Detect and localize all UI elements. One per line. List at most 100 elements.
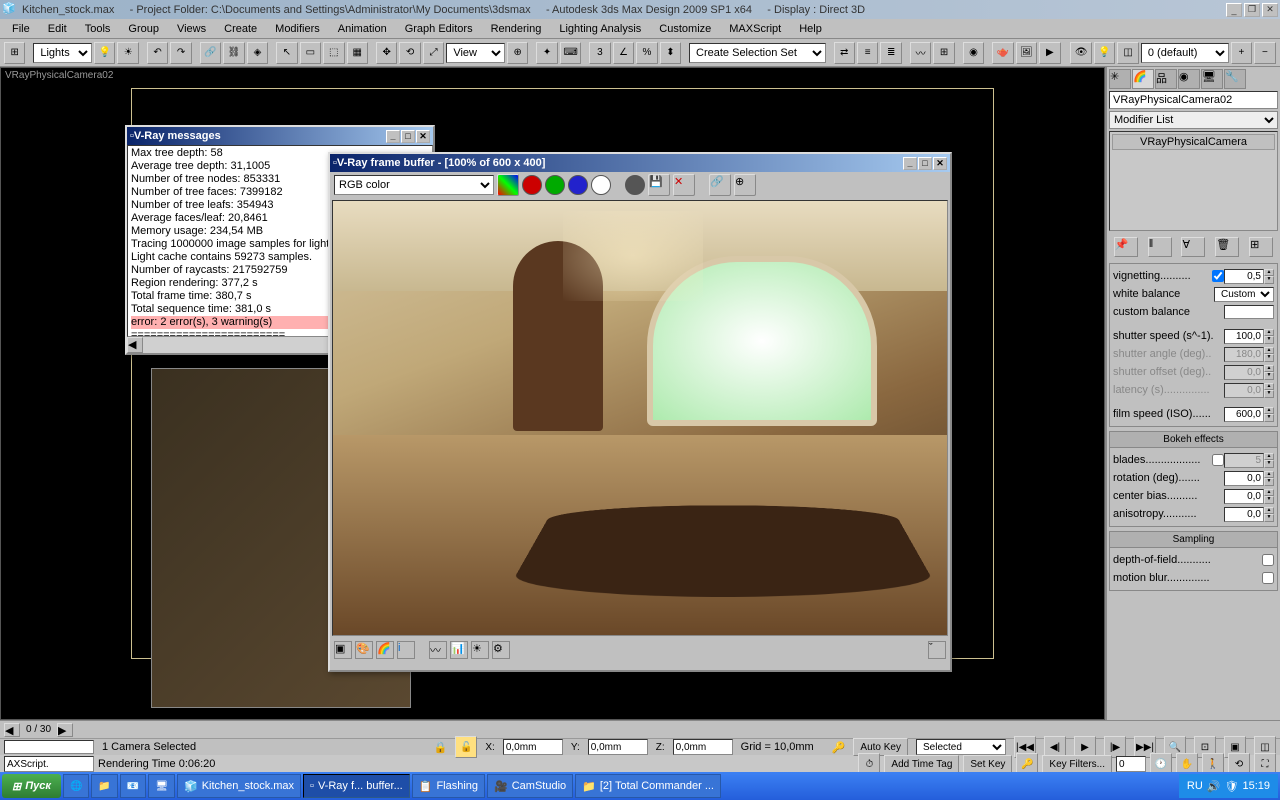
link-button[interactable]: 🔗 xyxy=(200,42,221,64)
msg-minimize-button[interactable]: _ xyxy=(386,130,400,143)
save-image-button[interactable]: 💾 xyxy=(648,174,670,196)
rgb-button[interactable] xyxy=(497,174,519,196)
vfb-minimize-button[interactable]: _ xyxy=(903,157,917,170)
layers-button[interactable]: ≣ xyxy=(880,42,901,64)
utilities-tab[interactable]: 🔧 xyxy=(1224,69,1246,89)
red-channel-button[interactable] xyxy=(522,175,542,195)
vfb-region-button[interactable]: ▣ xyxy=(334,641,352,659)
system-tray[interactable]: RU 🔊 🛡 15:19 xyxy=(1179,774,1278,798)
light-tool-1[interactable]: 💡 xyxy=(94,42,115,64)
quick-launch-4[interactable]: 🖥 xyxy=(148,774,175,798)
align-button[interactable]: ≡ xyxy=(857,42,878,64)
vfb-channel-select[interactable]: RGB color xyxy=(334,175,494,195)
shade-del-button[interactable]: − xyxy=(1254,42,1275,64)
center-bias-input[interactable] xyxy=(1224,489,1264,504)
mirror-button[interactable]: ⇄ xyxy=(834,42,855,64)
vfb-history-button[interactable]: 🎨 xyxy=(355,641,373,659)
shutter-speed-input[interactable] xyxy=(1224,329,1264,344)
key-filters-button[interactable]: Key Filters... xyxy=(1042,755,1112,773)
vfb-maximize-button[interactable]: □ xyxy=(918,157,932,170)
percent-snap-button[interactable]: % xyxy=(636,42,657,64)
msg-maximize-button[interactable]: □ xyxy=(401,130,415,143)
schematic-button[interactable]: ⊞ xyxy=(933,42,954,64)
menu-animation[interactable]: Animation xyxy=(330,21,395,37)
alpha-channel-button[interactable] xyxy=(591,175,611,195)
redo-button[interactable]: ↷ xyxy=(170,42,191,64)
vignetting-spinner[interactable]: ▲▼ xyxy=(1264,269,1274,284)
rotation-spinner[interactable]: ▲▼ xyxy=(1264,471,1274,486)
render-setup-button[interactable]: 🫖 xyxy=(992,42,1013,64)
clock[interactable]: 15:19 xyxy=(1242,780,1270,792)
msg-close-button[interactable]: ✕ xyxy=(416,130,430,143)
menu-create[interactable]: Create xyxy=(216,21,265,37)
select-button[interactable]: ↖ xyxy=(276,42,297,64)
quick-launch-1[interactable]: 🌐 xyxy=(63,774,89,798)
task-totalcmd[interactable]: 📁[2] Total Commander ... xyxy=(575,774,721,798)
keyboard-button[interactable]: ⌨ xyxy=(560,42,581,64)
green-channel-button[interactable] xyxy=(545,175,565,195)
light-tool-2[interactable]: ☀ xyxy=(117,42,138,64)
vfb-expand-button[interactable]: ˇ xyxy=(928,641,946,659)
track-mouse-button[interactable]: ⊕ xyxy=(734,174,756,196)
blades-check[interactable] xyxy=(1212,454,1224,466)
key-mode-select[interactable]: Selected xyxy=(916,739,1006,755)
selection-set-select[interactable]: Create Selection Set xyxy=(689,43,826,63)
select-name-button[interactable]: ▭ xyxy=(300,42,321,64)
select-region-button[interactable]: ⬚ xyxy=(323,42,344,64)
remove-mod-button[interactable]: 🗑 xyxy=(1215,237,1239,257)
dof-check[interactable] xyxy=(1262,554,1274,566)
motion-blur-check[interactable] xyxy=(1262,572,1274,584)
rotate-button[interactable]: ⟲ xyxy=(399,42,420,64)
ref-coord-select[interactable]: View xyxy=(446,43,505,63)
modifier-stack[interactable]: VRayPhysicalCamera xyxy=(1109,131,1278,231)
display-tab[interactable]: 🖥 xyxy=(1201,69,1223,89)
task-flashing[interactable]: 📋Flashing xyxy=(412,774,485,798)
lightbulb-icon[interactable]: 💡 xyxy=(1094,42,1115,64)
vfb-titlebar[interactable]: ▫ V-Ray frame buffer - [100% of 600 x 40… xyxy=(330,154,950,172)
set-key-button[interactable]: Set Key xyxy=(963,755,1012,773)
vignetting-check[interactable] xyxy=(1212,270,1224,282)
anisotropy-spinner[interactable]: ▲▼ xyxy=(1264,507,1274,522)
window-crossing-button[interactable]: ▦ xyxy=(347,42,368,64)
render-frame-button[interactable]: 🖼 xyxy=(1016,42,1037,64)
vfb-exposure-button[interactable]: ☀ xyxy=(471,641,489,659)
vfb-levels-button[interactable]: 📊 xyxy=(450,641,468,659)
lang-indicator[interactable]: RU xyxy=(1187,780,1203,792)
task-camstudio[interactable]: 🎥CamStudio xyxy=(487,774,573,798)
motion-tab[interactable]: ◉ xyxy=(1178,69,1200,89)
center-bias-spinner[interactable]: ▲▼ xyxy=(1264,489,1274,504)
vfb-close-button[interactable]: ✕ xyxy=(933,157,947,170)
task-vray-buffer[interactable]: ▫V-Ray f... buffer... xyxy=(303,774,410,798)
modify-tab[interactable]: 🌈 xyxy=(1132,69,1154,89)
menu-graph-editors[interactable]: Graph Editors xyxy=(397,21,481,37)
menu-file[interactable]: File xyxy=(4,21,38,37)
task-kitchen[interactable]: 🧊Kitchen_stock.max xyxy=(177,774,301,798)
mono-channel-button[interactable] xyxy=(625,175,645,195)
current-frame-input[interactable] xyxy=(1116,756,1146,772)
configure-button[interactable]: ⊞ xyxy=(1249,237,1273,257)
menu-customize[interactable]: Customize xyxy=(651,21,719,37)
material-editor-button[interactable]: ◉ xyxy=(963,42,984,64)
eye-icon[interactable]: 👁 xyxy=(1070,42,1091,64)
vfb-curves-button[interactable]: 〰 xyxy=(429,641,447,659)
angle-snap-button[interactable]: ∠ xyxy=(613,42,634,64)
menu-lighting[interactable]: Lighting Analysis xyxy=(551,21,649,37)
vfb-render-area[interactable] xyxy=(332,200,948,636)
bind-button[interactable]: ◈ xyxy=(247,42,268,64)
shade-select[interactable]: 0 (default) xyxy=(1141,43,1229,63)
scroll-left-button[interactable]: ◀ xyxy=(127,337,143,353)
menu-rendering[interactable]: Rendering xyxy=(483,21,550,37)
rotation-input[interactable] xyxy=(1224,471,1264,486)
object-name-input[interactable] xyxy=(1109,91,1278,109)
film-speed-spinner[interactable]: ▲▼ xyxy=(1264,407,1274,422)
vray-messages-titlebar[interactable]: ▫ V-Ray messages _ □ ✕ xyxy=(127,127,433,145)
tray-icon[interactable]: 🔊 xyxy=(1207,780,1221,793)
z-coord-input[interactable] xyxy=(673,739,733,755)
vfb-srgb-button[interactable]: ⚙ xyxy=(492,641,510,659)
sampling-header[interactable]: Sampling xyxy=(1110,532,1277,548)
menu-views[interactable]: Views xyxy=(169,21,214,37)
curve-editor-button[interactable]: 〰 xyxy=(910,42,931,64)
script-input[interactable] xyxy=(4,756,94,772)
y-coord-input[interactable] xyxy=(588,739,648,755)
start-button[interactable]: ⊞ Пуск xyxy=(2,774,61,798)
